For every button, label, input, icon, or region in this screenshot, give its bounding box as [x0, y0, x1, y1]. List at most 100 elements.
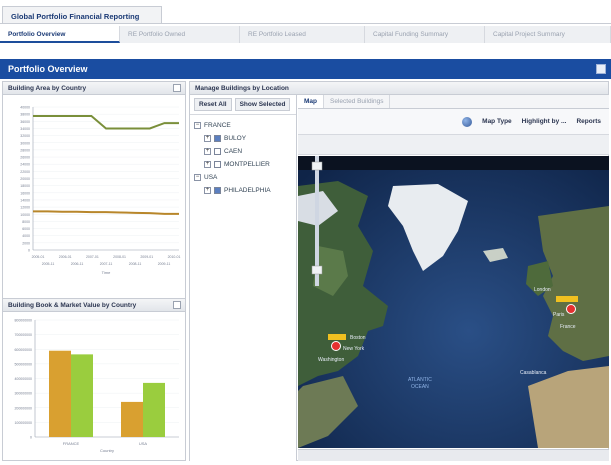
bar-france-0	[49, 350, 71, 437]
tree-node-label: FRANCE	[204, 122, 231, 129]
bar-france-1	[71, 354, 93, 437]
globe-icon[interactable]	[462, 116, 473, 127]
zoom-in-icon[interactable]	[311, 161, 323, 171]
x-tick-label: 2009-01	[140, 255, 153, 259]
y-tick-label: 40000	[20, 106, 30, 110]
collapse-icon[interactable]: −	[194, 122, 201, 129]
x-axis-label: Country	[100, 448, 114, 453]
checkbox-icon[interactable]	[214, 148, 221, 155]
tree-node-philadelphia[interactable]: + PHILADELPHIA	[194, 184, 292, 197]
area-chart-panel: 0 2000 4000 6000 8000 10000 12000 14000 16000 180…	[3, 95, 185, 298]
x-tick-label: USA	[139, 441, 148, 446]
area-line-chart: 0 2000 4000 6000 8000 10000 12000 14000 16000 180…	[20, 106, 180, 276]
tab-selected-buildings[interactable]: Selected Buildings	[324, 95, 391, 108]
map-label-france: France	[560, 324, 576, 330]
expand-icon[interactable]: +	[204, 161, 211, 168]
tree-node-label: BULOY	[224, 135, 247, 142]
x-tick-label: 2008-01	[113, 255, 126, 259]
x-tick-label: 2006-01	[59, 255, 72, 259]
y-tick-label: 18000	[20, 184, 30, 188]
map-horizontal-scrollbar[interactable]	[298, 449, 609, 461]
y-tick-label: 30000	[20, 141, 30, 145]
series-line-0	[33, 114, 179, 130]
panel-options-icon[interactable]	[173, 301, 181, 309]
x-tick-label: FRANCE	[63, 441, 80, 446]
map-top-band	[298, 156, 609, 170]
area-chart-title: Building Area by Country	[8, 85, 87, 92]
map-label-ocean: OCEAN	[411, 384, 429, 390]
location-panel-header: Manage Buildings by Location	[190, 82, 608, 95]
zoom-slider-handle[interactable]	[311, 265, 323, 275]
tree-node-montpellier[interactable]: + MONTPELLIER	[194, 158, 292, 171]
tree-node-caen[interactable]: + CAEN	[194, 145, 292, 158]
location-panel-title: Manage Buildings by Location	[195, 85, 289, 92]
philadelphia-marker[interactable]	[331, 341, 341, 351]
highlight-by-button[interactable]: Highlight by ...	[522, 118, 567, 125]
value-bar-chart: 0 100000000 200000000 300000000 400000000 500…	[14, 319, 179, 453]
x-tick-label: 2009-11	[158, 262, 171, 266]
y-tick-label: 28000	[20, 148, 30, 152]
y-tick-label: 24000	[20, 163, 30, 167]
tab-re-portfolio-owned[interactable]: RE Portfolio Owned	[120, 26, 240, 43]
y-tick-label: 200000000	[14, 406, 32, 410]
reports-button[interactable]: Reports	[576, 118, 601, 125]
value-chart-panel: Building Book & Market Value by Country …	[3, 298, 185, 456]
tab-capital-project-summary[interactable]: Capital Project Summary	[485, 26, 611, 43]
map-type-button[interactable]: Map Type	[482, 118, 512, 125]
tree-node-buloy[interactable]: + BULOY	[194, 132, 292, 145]
expand-icon[interactable]: +	[204, 187, 211, 194]
value-chart-title: Building Book & Market Value by Country	[8, 302, 137, 309]
area-chart-header: Building Area by Country	[3, 82, 185, 95]
marker-label-france	[556, 296, 578, 302]
satellite-map[interactable]: New York Washington Boston ATLANTIC OCEA…	[298, 156, 609, 448]
x-tick-label: 2008-11	[129, 262, 142, 266]
tab-portfolio-overview[interactable]: Portfolio Overview	[0, 26, 120, 43]
y-tick-label: 2000	[22, 241, 30, 245]
tree-node-usa[interactable]: − USA	[194, 171, 292, 184]
y-tick-label: 800000000	[14, 319, 32, 323]
tree-node-france[interactable]: − FRANCE	[194, 119, 292, 132]
y-tick-label: 500000000	[14, 362, 32, 366]
show-selected-button[interactable]: Show Selected	[234, 98, 291, 111]
page-title: Portfolio Overview	[8, 64, 88, 74]
checkbox-icon[interactable]	[214, 161, 221, 168]
expand-icon[interactable]: +	[204, 135, 211, 142]
map-label-boston: Boston	[350, 335, 366, 341]
y-tick-label: 8000	[22, 220, 30, 224]
reset-all-button[interactable]: Reset All	[194, 98, 232, 111]
y-tick-label: 600000000	[14, 348, 32, 352]
x-tick-label: 2007-01	[86, 255, 99, 259]
y-tick-label: 16000	[20, 191, 30, 195]
location-panel: Manage Buildings by Location Reset All S…	[189, 81, 609, 461]
series-line-1	[33, 210, 179, 215]
expand-icon[interactable]: +	[204, 148, 211, 155]
map-label-washington: Washington	[318, 357, 344, 363]
y-tick-label: 10000	[20, 213, 30, 217]
map-panel: Map Selected Buildings Map Type Highligh…	[298, 95, 609, 461]
x-axis-label: Time	[102, 270, 112, 275]
tree-toolbar: Reset All Show Selected	[190, 95, 296, 115]
map-label-london: London	[534, 287, 551, 293]
checkbox-checked-icon[interactable]	[214, 187, 221, 194]
y-tick-label: 6000	[22, 227, 30, 231]
map-label-atlantic: ATLANTIC	[408, 377, 432, 383]
y-tick-label: 12000	[20, 206, 30, 210]
tab-capital-funding-summary[interactable]: Capital Funding Summary	[365, 26, 485, 43]
y-tick-label: 34000	[20, 127, 30, 131]
buloy-marker[interactable]	[566, 304, 576, 314]
tab-map[interactable]: Map	[298, 95, 324, 108]
y-tick-label: 0	[30, 436, 32, 440]
y-tick-label: 14000	[20, 198, 30, 202]
tab-re-portfolio-leased[interactable]: RE Portfolio Leased	[240, 26, 365, 43]
x-tick-label: 2005-11	[42, 262, 55, 266]
app-title-tab[interactable]: Global Portfolio Financial Reporting	[2, 6, 162, 24]
marker-label-usa	[328, 334, 346, 340]
panel-options-icon[interactable]	[173, 84, 181, 92]
checkbox-checked-icon[interactable]	[214, 135, 221, 142]
y-tick-label: 0	[28, 249, 30, 253]
tree-node-label: PHILADELPHIA	[224, 187, 271, 194]
collapse-icon[interactable]: −	[194, 174, 201, 181]
maximize-icon[interactable]	[596, 64, 606, 74]
y-tick-label: 300000000	[14, 392, 32, 396]
tree-node-label: USA	[204, 174, 218, 181]
